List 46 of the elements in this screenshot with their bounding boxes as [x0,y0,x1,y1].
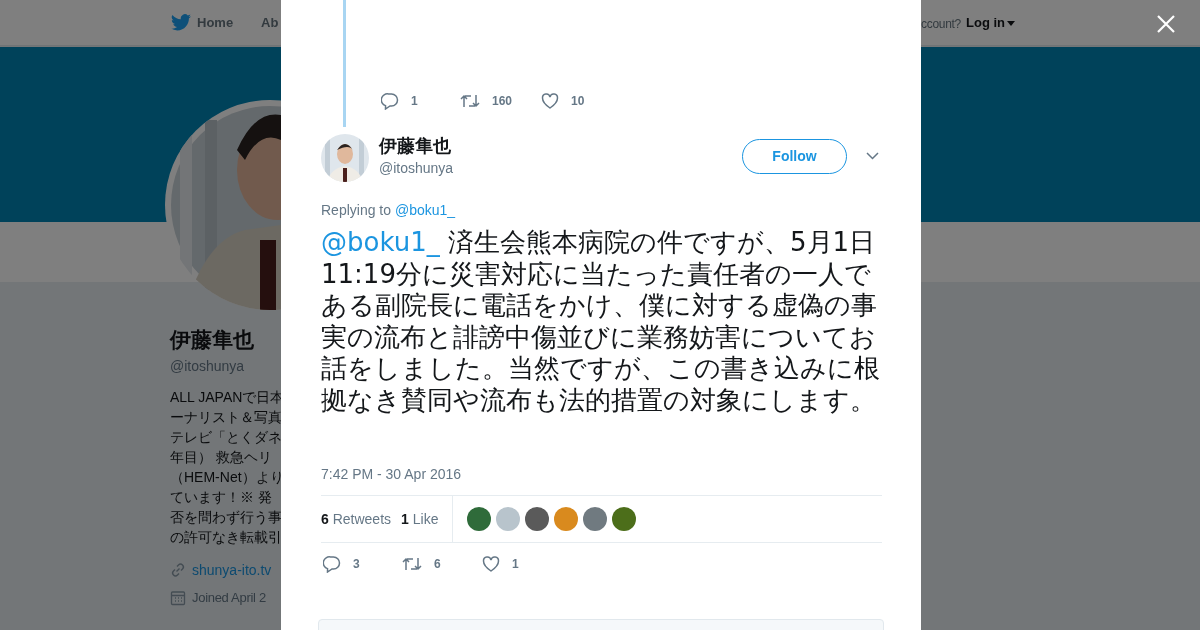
bio-line: 否を問わず行う事 [170,508,282,527]
about-link[interactable]: Ab [261,15,279,31]
action-count: 6 [434,557,441,571]
retweet-icon[interactable] [402,555,422,573]
action-count: 160 [492,94,513,108]
action-count: 10 [571,94,585,108]
retweet-icon[interactable] [460,92,480,110]
mention-link[interactable]: @boku1_ [321,227,440,257]
liker-avatar[interactable] [583,507,608,531]
account-prompt: ccount? [921,16,961,32]
bio-line: ーナリスト＆写真 [170,408,282,427]
mention-link[interactable]: @boku1_ [394,202,456,218]
stat-link[interactable]: 1 Like [401,508,439,530]
chevron-down-icon[interactable] [866,152,879,160]
reply-icon[interactable] [323,555,341,573]
profile-name: 伊藤隼也 [170,327,254,353]
tweet-timestamp: 7:42 PM - 30 Apr 2016 [321,465,462,483]
joined-date: Joined April 2 [192,589,266,607]
link-icon [170,562,186,578]
tweet-text: @boku1_ 済生会熊本病院の件ですが、5月1日11:19分に災害対応に当たった責任者の一人である副院長に電話をかけ、僕に対する虚偽の事実の流布と誹謗中傷並びに業務妨害についてお話をしました。当然ですが、この書き込みに根拠なき賛同や流布も法的措置の対象にします。 [321,227,881,416]
login-link[interactable]: Log in [966,15,1015,31]
heart-icon[interactable] [541,92,559,110]
profile-handle: @itoshunya [170,357,245,375]
bio-line: 年目） 救急ヘリ [170,448,272,467]
reply-icon[interactable] [381,92,399,110]
bio-line: ています！※ 発 [170,488,272,507]
bird-logo-icon [171,14,191,31]
liker-avatar[interactable] [612,507,637,531]
action-count: 1 [411,94,418,108]
bio-line: （HEM-Net）より [170,468,284,487]
liker-avatar[interactable] [467,507,492,531]
bio-line: テレビ「とくダネ [170,428,282,447]
replying-to-text: Replying to @boku1_ [321,201,456,219]
bio-line: の許可なき転載引 [170,528,282,547]
website-link[interactable]: shunya-ito.tv [192,561,272,579]
liker-avatar[interactable] [525,507,550,531]
stat-link[interactable]: 6 Retweets [321,508,392,530]
author-handle: @itoshunya [379,159,454,177]
author-name: 伊藤隼也 [379,135,451,158]
heart-icon[interactable] [482,555,500,573]
caret-icon [1007,20,1015,26]
home-link[interactable]: Home [197,15,234,31]
close-icon [1156,14,1176,34]
action-count: 3 [353,557,360,571]
calendar-icon [170,590,186,606]
action-count: 1 [512,557,519,571]
